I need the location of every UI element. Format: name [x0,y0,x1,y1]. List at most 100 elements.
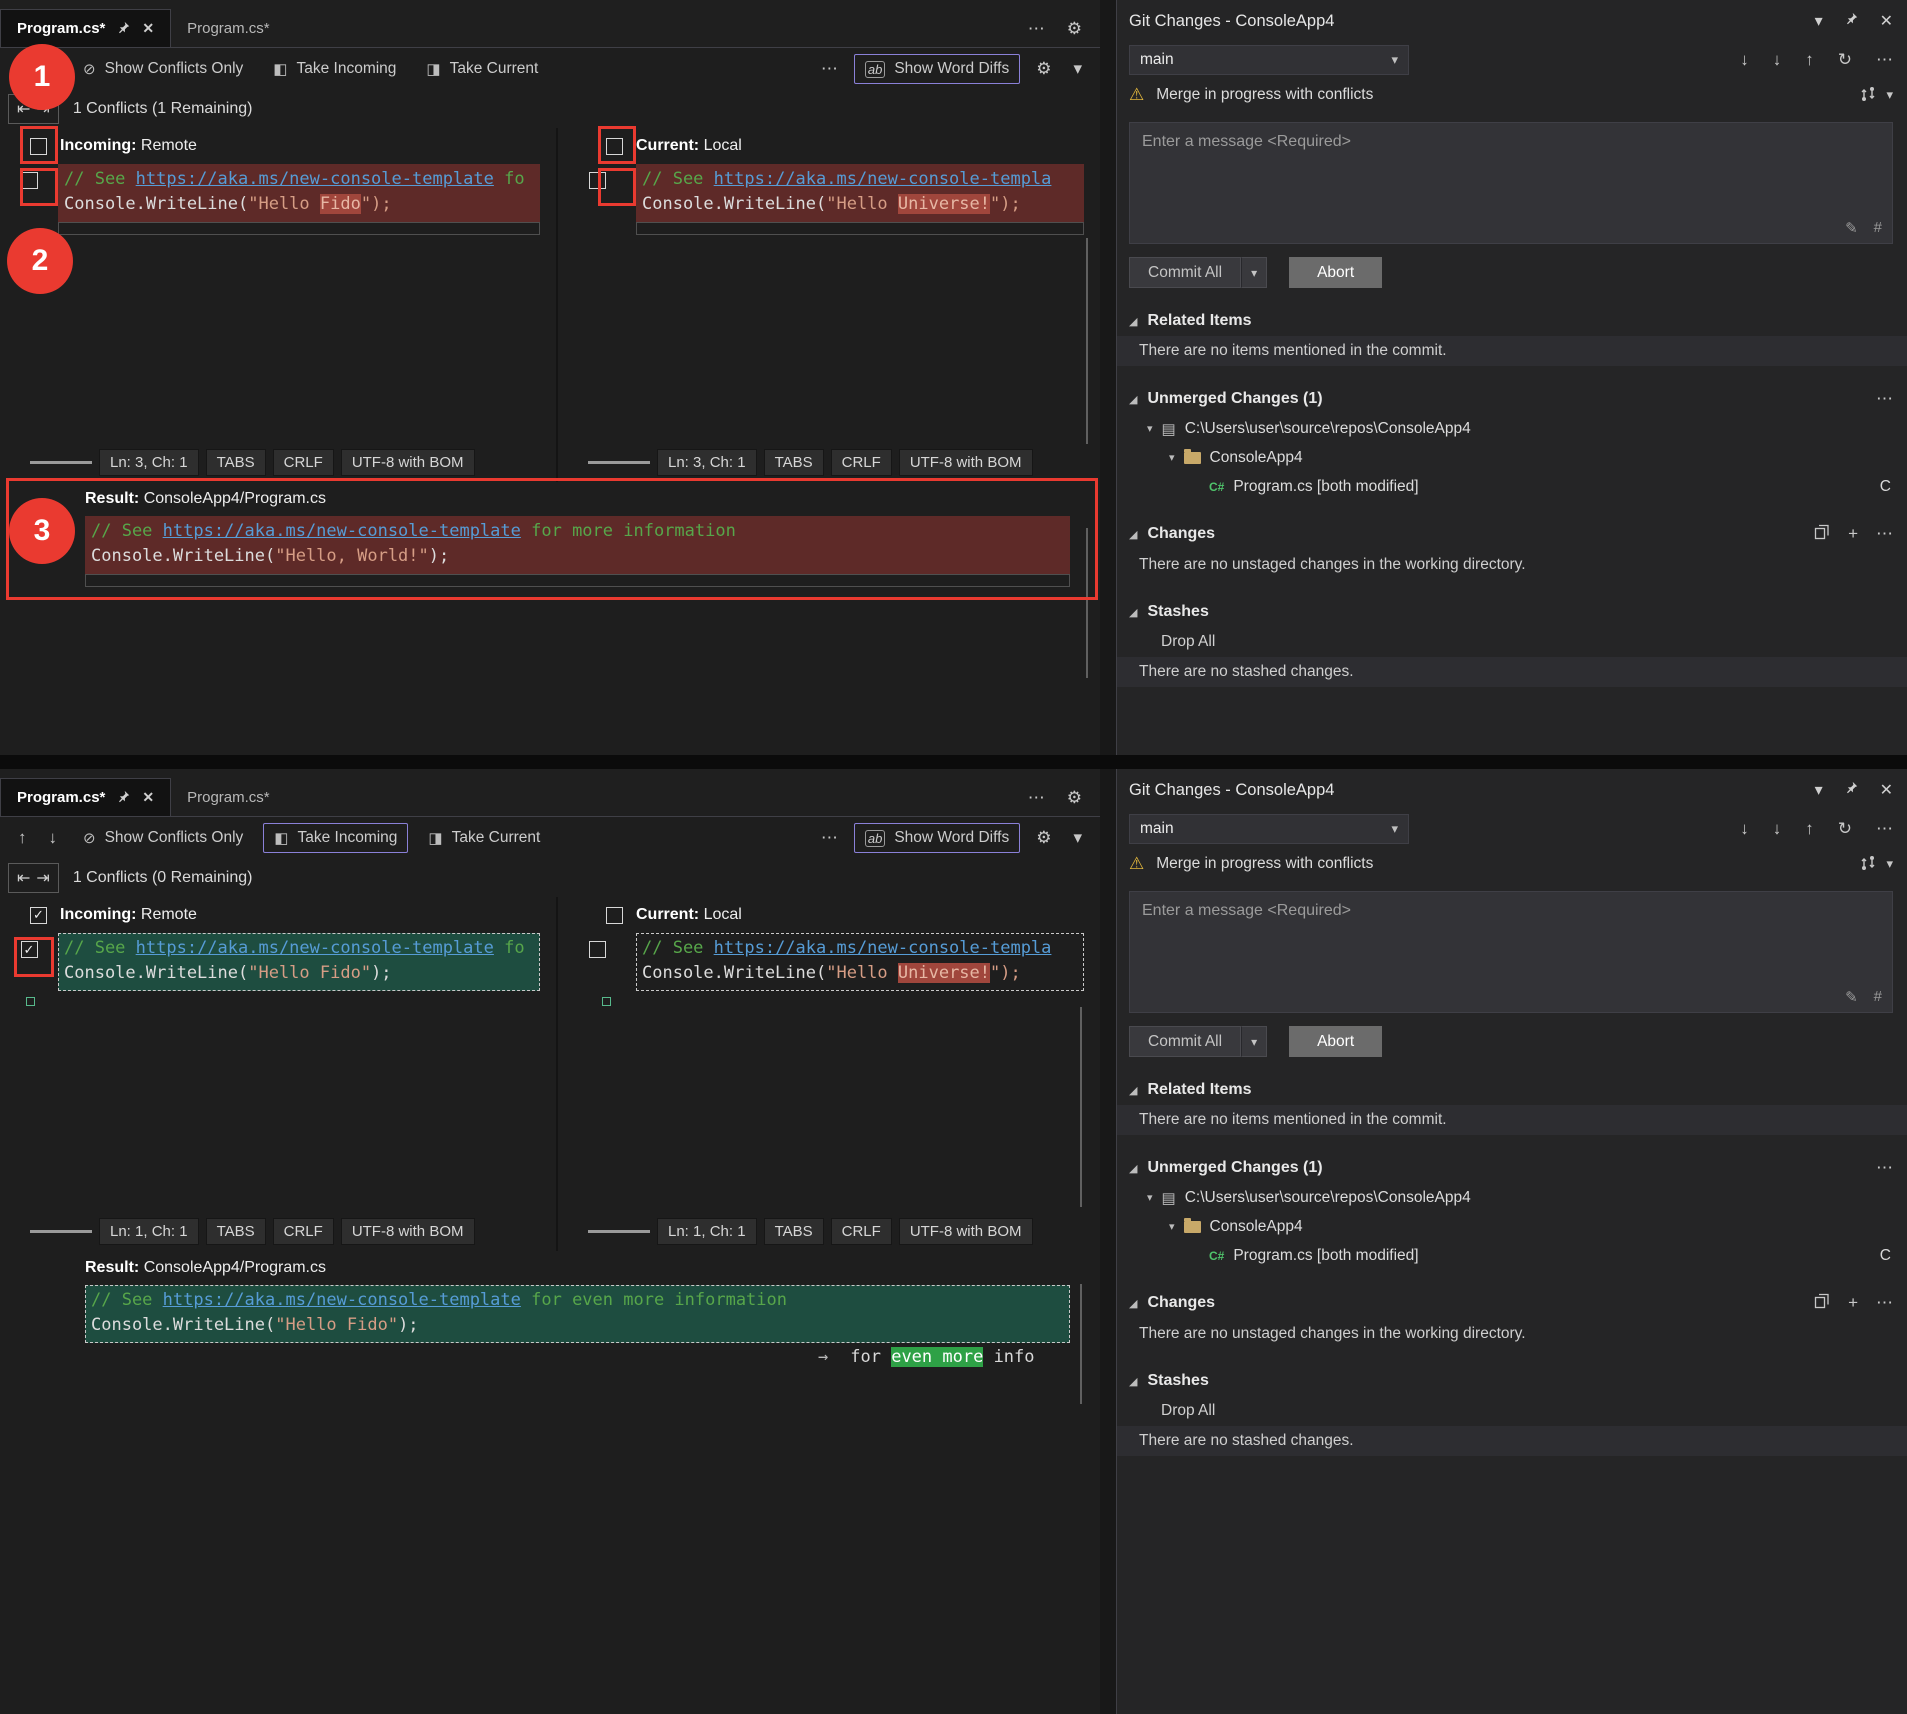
h-scrollbar[interactable] [588,461,650,464]
toolbar-settings-icon[interactable]: ⚙ [1030,59,1057,79]
more-actions-icon[interactable]: ⋯ [1876,50,1893,70]
eol-indicator[interactable]: CRLF [273,1218,334,1245]
unmerged-changes-section[interactable]: ◢ Unmerged Changes (1) ⋯ [1117,384,1907,414]
abort-button[interactable]: Abort [1289,1026,1382,1057]
project-tree-item[interactable]: ▾ ConsoleApp4 [1117,443,1907,472]
incoming-conflict-checkbox[interactable]: ✓ [21,941,38,958]
collapse-panel-icon[interactable]: ▾ [1815,11,1823,31]
goto-prev-conflict-icon[interactable]: ⇤ [17,868,30,888]
take-incoming-button[interactable]: ◧ Take Incoming [263,55,406,83]
repo-tree-item[interactable]: ▾ ▤ C:\Users\user\source\repos\ConsoleAp… [1117,414,1907,443]
toolbar-more-icon[interactable]: ⋯ [815,828,844,848]
tab-program-cs[interactable]: Program.cs* ✕ [0,9,171,47]
next-change-icon[interactable]: ↓ [43,59,64,79]
stage-all-icon[interactable]: + [1848,524,1858,544]
changes-section[interactable]: ◢ Changes + ⋯ [1117,1288,1907,1318]
v-scrollbar[interactable] [1086,238,1088,444]
chevron-down-icon[interactable]: ▾ [1886,87,1893,103]
eol-indicator[interactable]: CRLF [273,449,334,476]
pin-icon[interactable] [1845,12,1858,30]
h-scrollbar[interactable] [30,1230,92,1233]
commit-all-button[interactable]: Commit All [1129,1026,1241,1057]
indent-indicator[interactable]: TABS [206,1218,266,1245]
result-code-block[interactable]: // See https://aka.ms/new-console-templa… [85,516,1070,574]
stage-all-icon[interactable]: + [1848,1293,1858,1313]
related-items-section[interactable]: ◢ Related Items [1117,306,1907,336]
toolbar-more-icon[interactable]: ⋯ [815,59,844,79]
toolbar-chevron-icon[interactable]: ▾ [1067,59,1088,79]
show-conflicts-only-button[interactable]: ⊘ Show Conflicts Only [73,824,253,852]
goto-next-conflict-icon[interactable]: ⇥ [36,99,49,119]
settings-gear-icon[interactable]: ⚙ [1067,19,1082,39]
pull-icon[interactable]: ↓ [1773,50,1782,70]
file-tree-item[interactable]: C# Program.cs [both modified] C [1117,1241,1907,1270]
close-icon[interactable]: ✕ [142,789,154,806]
link-text[interactable]: https://aka.ms/new-console-template [163,521,521,541]
more-actions-icon[interactable]: ⋯ [1876,1158,1893,1178]
indent-indicator[interactable]: TABS [206,449,266,476]
encoding-indicator[interactable]: UTF-8 with BOM [341,449,475,476]
current-conflict-block[interactable]: // See https://aka.ms/new-console-templa… [636,933,1084,991]
prev-change-icon[interactable]: ↑ [12,59,33,79]
link-text[interactable]: https://aka.ms/new-console-template [136,169,494,189]
issue-grid-icon[interactable]: # [1874,988,1882,1006]
h-scrollbar[interactable] [30,461,92,464]
pin-icon[interactable] [117,21,130,37]
changes-section[interactable]: ◢ Changes + ⋯ [1117,519,1907,549]
show-word-diffs-button[interactable]: ab Show Word Diffs [854,823,1020,853]
incoming-select-all-checkbox[interactable] [30,138,47,155]
branch-selector[interactable]: main ▾ [1129,814,1409,844]
stashes-section[interactable]: ◢ Stashes [1117,597,1907,627]
toolbar-chevron-icon[interactable]: ▾ [1067,828,1088,848]
current-conflict-block[interactable]: // See https://aka.ms/new-console-templa… [636,164,1084,222]
take-incoming-button[interactable]: ◧ Take Incoming [263,823,408,853]
line-col-indicator[interactable]: Ln: 1, Ch: 1 [657,1218,757,1245]
tab-program-cs-2[interactable]: Program.cs* [171,9,286,47]
stashes-section[interactable]: ◢ Stashes [1117,1366,1907,1396]
drop-all-item[interactable]: Drop All [1117,627,1907,657]
h-scrollbar[interactable] [588,1230,650,1233]
v-scrollbar[interactable] [1080,1007,1082,1207]
show-word-diffs-button[interactable]: ab Show Word Diffs [854,54,1020,84]
link-text[interactable]: https://aka.ms/new-console-template [136,938,494,958]
commit-message-box[interactable]: Enter a message <Required> ✎ # [1129,891,1893,1013]
link-text[interactable]: https://aka.ms/new-console-template [163,1290,521,1310]
chevron-down-icon[interactable]: ▾ [1886,856,1893,872]
fetch-icon[interactable]: ↓ [1740,819,1749,839]
generate-message-icon[interactable]: ✎ [1845,988,1858,1006]
push-icon[interactable]: ↑ [1805,50,1814,70]
current-select-all-checkbox[interactable] [606,907,623,924]
generate-message-icon[interactable]: ✎ [1845,219,1858,237]
more-actions-icon[interactable]: ⋯ [1876,1293,1893,1313]
project-tree-item[interactable]: ▾ ConsoleApp4 [1117,1212,1907,1241]
push-icon[interactable]: ↑ [1805,819,1814,839]
v-scrollbar[interactable] [1080,1284,1082,1404]
unmerged-changes-section[interactable]: ◢ Unmerged Changes (1) ⋯ [1117,1153,1907,1183]
pin-icon[interactable] [1845,781,1858,799]
tab-program-cs-2[interactable]: Program.cs* [171,778,286,816]
current-conflict-checkbox[interactable] [589,172,606,189]
pull-icon[interactable]: ↓ [1773,819,1782,839]
incoming-select-all-checkbox[interactable]: ✓ [30,907,47,924]
more-actions-icon[interactable]: ⋯ [1876,389,1893,409]
related-items-section[interactable]: ◢ Related Items [1117,1075,1907,1105]
line-col-indicator[interactable]: Ln: 1, Ch: 1 [99,1218,199,1245]
take-current-button[interactable]: ◨ Take Current [418,824,550,852]
repo-tree-item[interactable]: ▾ ▤ C:\Users\user\source\repos\ConsoleAp… [1117,1183,1907,1212]
goto-prev-conflict-icon[interactable]: ⇤ [17,99,30,119]
result-code-block[interactable]: // See https://aka.ms/new-console-templa… [85,1285,1070,1343]
incoming-conflict-block[interactable]: // See https://aka.ms/new-console-templa… [58,933,540,991]
commit-options-dropdown[interactable]: ▾ [1241,257,1267,288]
file-tree-item[interactable]: C# Program.cs [both modified] C [1117,472,1907,501]
link-text[interactable]: https://aka.ms/new-console-templa [714,169,1052,189]
compare-files-icon[interactable] [1814,1293,1830,1314]
eol-indicator[interactable]: CRLF [831,1218,892,1245]
eol-indicator[interactable]: CRLF [831,449,892,476]
take-current-button[interactable]: ◨ Take Current [416,55,548,83]
close-icon[interactable]: ✕ [142,20,154,37]
pin-icon[interactable] [117,790,130,806]
close-icon[interactable]: ✕ [1880,780,1893,800]
close-icon[interactable]: ✕ [1880,11,1893,31]
refresh-icon[interactable]: ↻ [1838,819,1852,839]
next-change-icon[interactable]: ↓ [43,828,64,848]
